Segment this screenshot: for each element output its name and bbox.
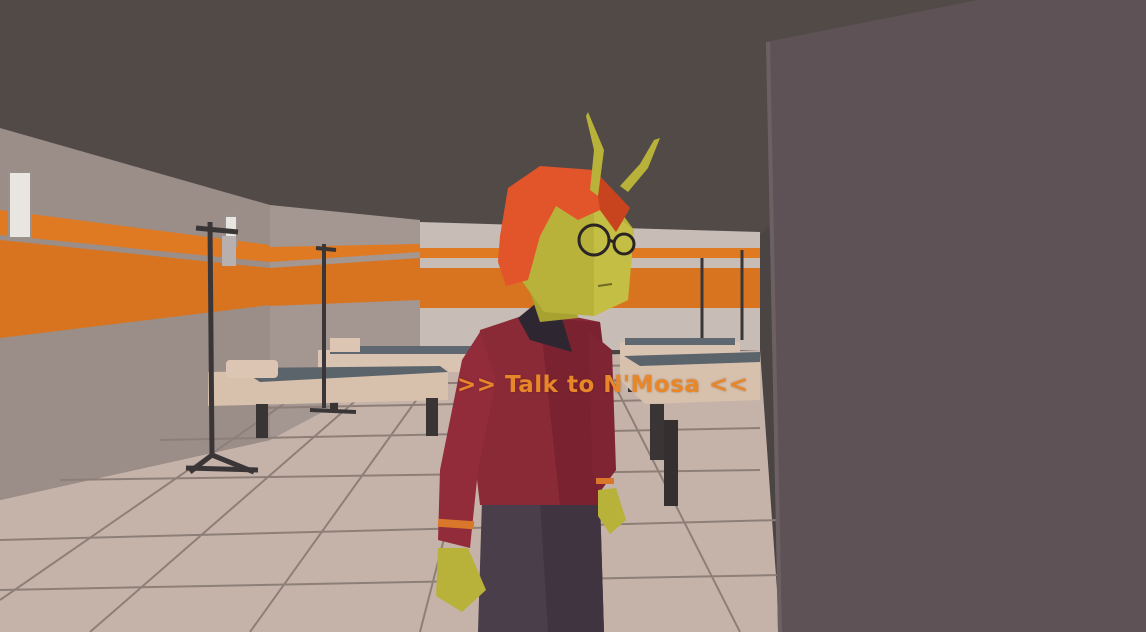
talk-prompt[interactable]: >> Talk to N'Mosa << (457, 372, 757, 406)
door-panel (766, 0, 1146, 632)
wall-lamp (8, 171, 32, 239)
game-viewport[interactable]: >> Talk to N'Mosa << (0, 0, 1146, 632)
medbay-3d-scene (0, 0, 1146, 632)
